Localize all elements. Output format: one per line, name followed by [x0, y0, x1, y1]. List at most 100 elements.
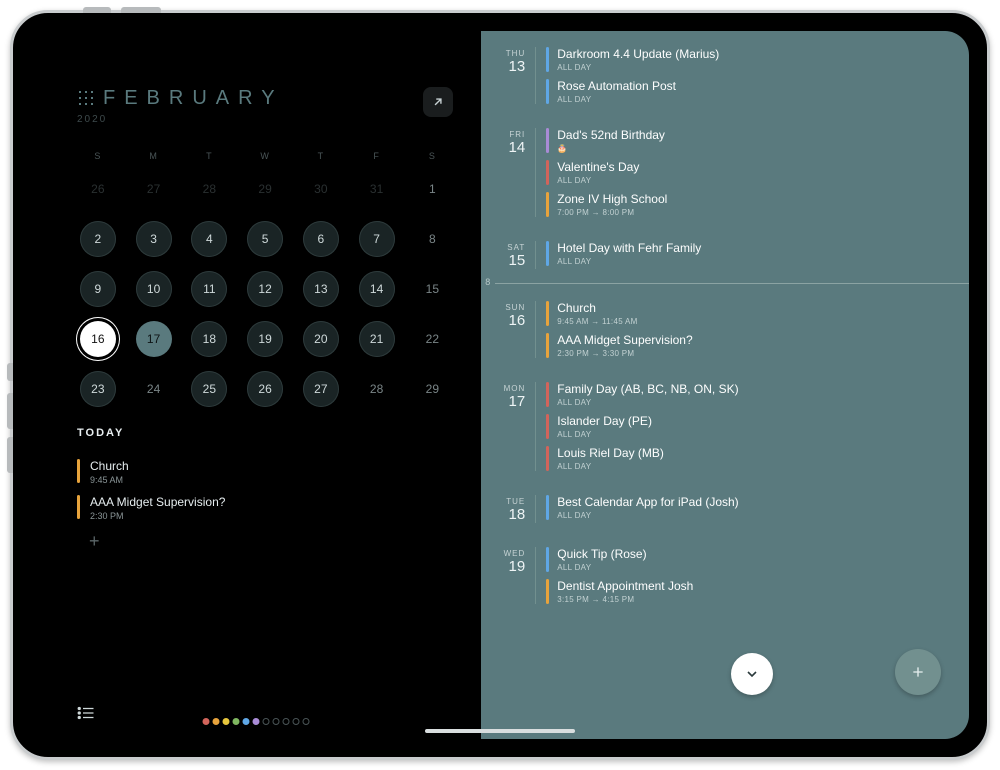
volume-down-button: [7, 437, 13, 473]
calendar-filter-dot[interactable]: [263, 718, 270, 725]
calendar-filter-dot[interactable]: [273, 718, 280, 725]
calendar-day[interactable]: 3: [136, 221, 172, 257]
agenda-day: SAT15 Hotel Day with Fehr FamilyALL DAY: [481, 233, 969, 277]
agenda-day-header[interactable]: MON17: [481, 382, 535, 410]
calendar-day[interactable]: 27: [136, 171, 172, 207]
agenda-event[interactable]: Church9:45 AM → 11:45 AM: [546, 301, 959, 326]
calendar-day[interactable]: 19: [247, 321, 283, 357]
calendar-day[interactable]: 17: [136, 321, 172, 357]
calendar-day[interactable]: 23: [80, 371, 116, 407]
calendar-day[interactable]: 25: [191, 371, 227, 407]
event-body: Best Calendar App for iPad (Josh)ALL DAY: [557, 495, 738, 520]
calendar-day[interactable]: 26: [80, 171, 116, 207]
calendar-day[interactable]: 21: [359, 321, 395, 357]
agenda-event[interactable]: Hotel Day with Fehr FamilyALL DAY: [546, 241, 959, 266]
expand-button[interactable]: [423, 87, 453, 117]
calendar-day[interactable]: 27: [303, 371, 339, 407]
event-body: Dad's 52nd Birthday🎂: [557, 128, 665, 153]
agenda-event[interactable]: Family Day (AB, BC, NB, ON, SK)ALL DAY: [546, 382, 959, 407]
calendar-day[interactable]: 1: [414, 171, 450, 207]
agenda-day-header[interactable]: SAT15: [481, 241, 535, 269]
calendar-day[interactable]: 30: [303, 171, 339, 207]
today-event[interactable]: AAA Midget Supervision?2:30 PM: [77, 495, 453, 521]
calendar-filter-dot[interactable]: [253, 718, 260, 725]
calendar-filter-dot[interactable]: [303, 718, 310, 725]
event-color-bar: [546, 241, 549, 266]
calendar-filter-dot[interactable]: [203, 718, 210, 725]
agenda-day-header[interactable]: SUN16: [481, 301, 535, 329]
agenda-day: TUE18 Best Calendar App for iPad (Josh)AL…: [481, 487, 969, 531]
calendar-day[interactable]: 2: [80, 221, 116, 257]
agenda-day: MON17 Family Day (AB, BC, NB, ON, SK)ALL …: [481, 374, 969, 479]
calendar-filter-dot[interactable]: [233, 718, 240, 725]
calendar-day[interactable]: 26: [247, 371, 283, 407]
agenda-day-header[interactable]: FRI14: [481, 128, 535, 156]
agenda-day-header[interactable]: THU13: [481, 47, 535, 75]
calendar-day[interactable]: 7: [359, 221, 395, 257]
calendar-day[interactable]: 9: [80, 271, 116, 307]
list-view-button[interactable]: [77, 706, 95, 725]
calendar-day[interactable]: 28: [359, 371, 395, 407]
agenda-event-list: Darkroom 4.4 Update (Marius)ALL DAY Rose …: [546, 47, 959, 104]
agenda-weekday: TUE: [481, 497, 525, 506]
calendar-day[interactable]: 5: [247, 221, 283, 257]
agenda-event[interactable]: Quick Tip (Rose)ALL DAY: [546, 547, 959, 572]
calendar-filter-dot[interactable]: [283, 718, 290, 725]
calendar-day[interactable]: 14: [359, 271, 395, 307]
calendar-day[interactable]: 11: [191, 271, 227, 307]
agenda-event[interactable]: Dad's 52nd Birthday🎂: [546, 128, 959, 153]
scroll-down-button[interactable]: [731, 653, 773, 695]
calendar-filter-dot[interactable]: [243, 718, 250, 725]
calendar-filter-dot[interactable]: [213, 718, 220, 725]
event-text: AAA Midget Supervision?2:30 PM: [90, 495, 225, 521]
calendar-day[interactable]: 13: [303, 271, 339, 307]
calendar-filter-dot[interactable]: [223, 718, 230, 725]
add-event-button[interactable]: [895, 649, 941, 695]
agenda-daynum: 16: [481, 312, 525, 329]
event-body: Valentine's DayALL DAY: [557, 160, 639, 185]
calendar-day[interactable]: 18: [191, 321, 227, 357]
calendar-day[interactable]: 24: [136, 371, 172, 407]
agenda-event[interactable]: Rose Automation PostALL DAY: [546, 79, 959, 104]
calendar-day[interactable]: 16: [80, 321, 116, 357]
agenda-day-header[interactable]: WED19: [481, 547, 535, 575]
agenda-daynum: 18: [481, 506, 525, 523]
weekday-label: S: [77, 151, 119, 161]
agenda-event[interactable]: Louis Riel Day (MB)ALL DAY: [546, 446, 959, 471]
month-heading: FEBRUARY 2020: [77, 87, 284, 125]
calendar-day[interactable]: 12: [247, 271, 283, 307]
chevron-down-icon: [744, 666, 760, 682]
calendar-day[interactable]: 20: [303, 321, 339, 357]
agenda-weekday: MON: [481, 384, 525, 393]
agenda-event[interactable]: Valentine's DayALL DAY: [546, 160, 959, 185]
agenda-event[interactable]: Dentist Appointment Josh3:15 PM → 4:15 P…: [546, 579, 959, 604]
calendar-filter-dot[interactable]: [293, 718, 300, 725]
calendar-day[interactable]: 22: [414, 321, 450, 357]
home-indicator[interactable]: [425, 729, 575, 733]
event-color-bar: [546, 192, 549, 217]
agenda-event[interactable]: AAA Midget Supervision?2:30 PM → 3:30 PM: [546, 333, 959, 358]
agenda-weekday: FRI: [481, 130, 525, 139]
agenda-event[interactable]: Best Calendar App for iPad (Josh)ALL DAY: [546, 495, 959, 520]
calendar-day[interactable]: 8: [414, 221, 450, 257]
calendar-day[interactable]: 29: [414, 371, 450, 407]
add-today-event-button[interactable]: +: [89, 531, 453, 552]
calendar-day[interactable]: 28: [191, 171, 227, 207]
agenda-event[interactable]: Islander Day (PE)ALL DAY: [546, 414, 959, 439]
calendar-day[interactable]: 4: [191, 221, 227, 257]
calendar-day[interactable]: 29: [247, 171, 283, 207]
today-event[interactable]: Church9:45 AM: [77, 459, 453, 485]
agenda-panel[interactable]: THU13 Darkroom 4.4 Update (Marius)ALL DAY…: [481, 31, 969, 739]
weekday-label: T: [300, 151, 342, 161]
agenda-event[interactable]: Darkroom 4.4 Update (Marius)ALL DAY: [546, 47, 959, 72]
agenda-day-header[interactable]: TUE18: [481, 495, 535, 523]
agenda-event[interactable]: Zone IV High School7:00 PM → 8:00 PM: [546, 192, 959, 217]
calendar-day[interactable]: 6: [303, 221, 339, 257]
calendar-grid: 2627282930311234567891011121314151617181…: [77, 171, 453, 407]
calendar-day[interactable]: 15: [414, 271, 450, 307]
calendar-day[interactable]: 10: [136, 271, 172, 307]
volume-up-button: [7, 393, 13, 429]
event-title: Valentine's Day: [557, 160, 639, 174]
calendar-day[interactable]: 31: [359, 171, 395, 207]
calendar-color-dots[interactable]: [203, 718, 310, 725]
